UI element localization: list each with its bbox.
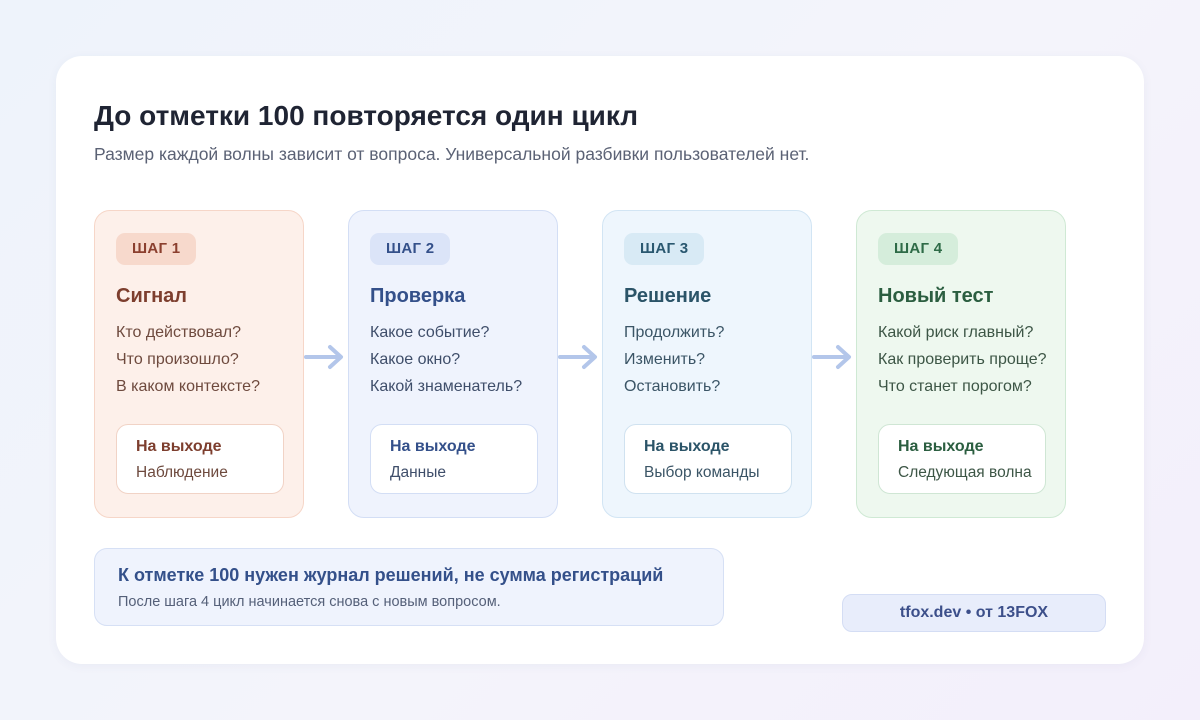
step-badge: ШАГ 3 — [624, 233, 705, 265]
step-card-3: ШАГ 3 Решение Продолжить? Изменить? Оста… — [602, 210, 812, 518]
step-output-value: Следующая волна — [898, 464, 1032, 481]
step-output-value: Наблюдение — [136, 464, 228, 481]
step-output-label: На выходе — [898, 438, 984, 455]
step-badge: ШАГ 2 — [370, 233, 451, 265]
step-output-label: На выходе — [644, 438, 730, 455]
summary-note: К отметке 100 нужен журнал решений, не с… — [94, 548, 724, 626]
step-question: Какой риск главный? — [878, 324, 1034, 341]
arrow-right-icon — [304, 345, 343, 369]
page-subtitle: Размер каждой волны зависит от вопроса. … — [94, 144, 810, 164]
step-output-value: Данные — [390, 464, 446, 481]
step-badge: ШАГ 4 — [878, 233, 959, 265]
step-output-box: На выходе Выбор команды — [624, 424, 792, 494]
summary-note-text: После шага 4 цикл начинается снова с нов… — [118, 594, 501, 610]
step-question: Изменить? — [624, 351, 706, 368]
step-card-2: ШАГ 2 Проверка Какое событие? Какое окно… — [348, 210, 558, 518]
step-question: Какое событие? — [370, 324, 490, 341]
main-card: До отметки 100 повторяется один цикл Раз… — [56, 56, 1144, 664]
step-question: Какое окно? — [370, 351, 461, 368]
step-output-label: На выходе — [136, 438, 222, 455]
step-question: Продолжить? — [624, 324, 725, 341]
credit-badge: tfox.dev • от 13FOX — [842, 594, 1106, 632]
step-question: Остановить? — [624, 378, 721, 395]
page-title: До отметки 100 повторяется один цикл — [94, 100, 639, 131]
summary-note-title: К отметке 100 нужен журнал решений, не с… — [118, 565, 664, 585]
step-output-value: Выбор команды — [644, 464, 760, 481]
step-question: Как проверить проще? — [878, 351, 1047, 368]
step-output-box: На выходе Следующая волна — [878, 424, 1046, 494]
step-output-label: На выходе — [390, 438, 476, 455]
step-output-box: На выходе Наблюдение — [116, 424, 284, 494]
step-question: Что произошло? — [116, 351, 239, 368]
step-question: Кто действовал? — [116, 324, 241, 341]
arrow-right-icon — [812, 345, 851, 369]
step-output-box: На выходе Данные — [370, 424, 538, 494]
step-title: Сигнал — [116, 285, 187, 307]
step-question: В каком контексте? — [116, 378, 260, 395]
step-title: Проверка — [370, 285, 466, 307]
step-question: Какой знаменатель? — [370, 378, 523, 395]
step-title: Решение — [624, 285, 712, 307]
arrow-right-icon — [558, 345, 597, 369]
step-question: Что станет порогом? — [878, 378, 1032, 395]
step-card-1: ШАГ 1 Сигнал Кто действовал? Что произош… — [94, 210, 304, 518]
step-card-4: ШАГ 4 Новый тест Какой риск главный? Как… — [856, 210, 1066, 518]
step-badge: ШАГ 1 — [116, 233, 197, 265]
step-title: Новый тест — [878, 285, 994, 307]
